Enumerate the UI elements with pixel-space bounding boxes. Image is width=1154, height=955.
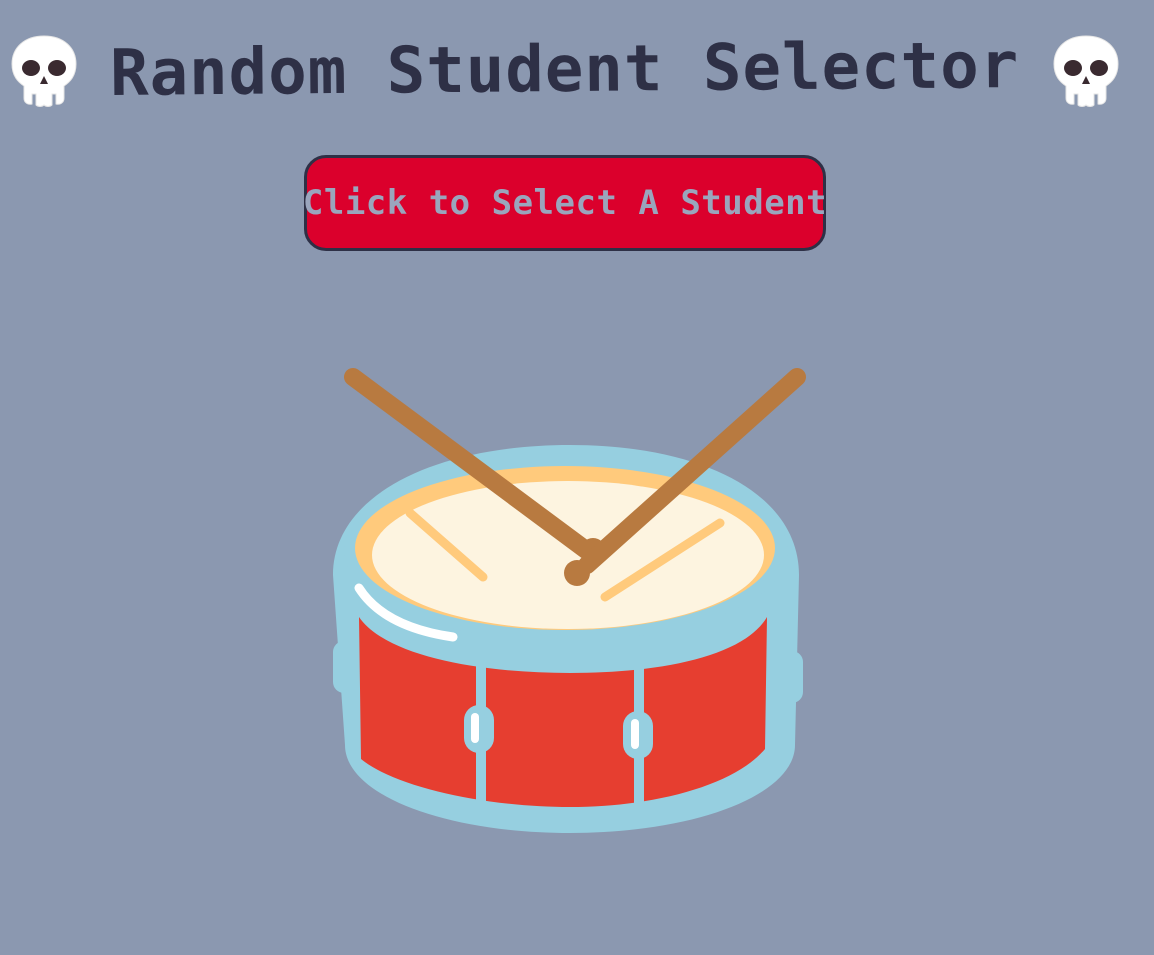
skull-icon — [11, 35, 77, 107]
drum-icon[interactable] — [325, 355, 815, 840]
header: Random Student Selector — [0, 20, 1130, 120]
select-student-button[interactable]: Click to Select A Student — [303, 155, 827, 251]
skull-icon — [1053, 35, 1119, 107]
page-title: Random Student Selector — [110, 29, 1020, 111]
